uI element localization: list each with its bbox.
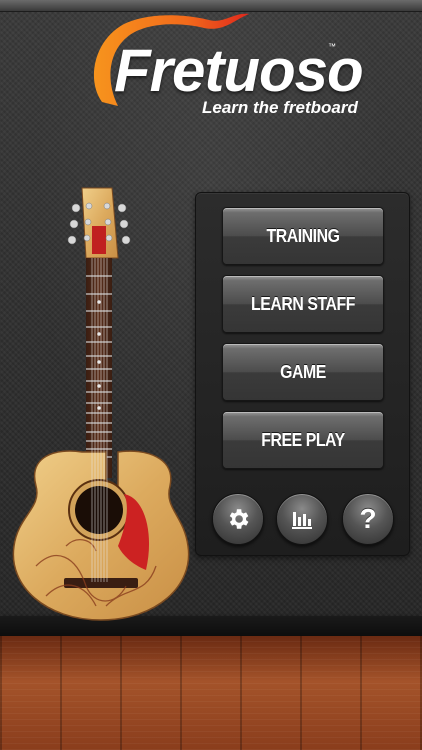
wooden-floor — [0, 636, 422, 750]
tagline: Learn the fretboard — [202, 98, 358, 117]
learn-staff-button-label: LEARN STAFF — [251, 293, 355, 314]
help-icon: ? — [359, 503, 377, 534]
learn-staff-button[interactable]: LEARN STAFF — [222, 275, 384, 333]
main-menu-panel: TRAINING LEARN STAFF GAME FREE PLAY ? — [195, 192, 410, 556]
trademark-symbol: ™ — [328, 42, 336, 51]
game-button-label: GAME — [280, 361, 326, 382]
training-button-label: TRAINING — [266, 225, 340, 246]
free-play-button-label: FREE PLAY — [261, 429, 345, 450]
logo-text: Fretuoso — [114, 37, 364, 104]
help-button[interactable]: ? — [342, 493, 394, 545]
bar-chart-icon — [292, 512, 312, 529]
settings-button[interactable] — [212, 493, 264, 545]
guitar-illustration — [6, 186, 196, 624]
training-button[interactable]: TRAINING — [222, 207, 384, 265]
free-play-button[interactable]: FREE PLAY — [222, 411, 384, 469]
app-logo: Fretuoso ™ Learn the fretboard — [84, 10, 374, 120]
stats-button[interactable] — [276, 493, 328, 545]
gear-icon — [229, 509, 249, 529]
game-button[interactable]: GAME — [222, 343, 384, 401]
headstock — [67, 187, 131, 259]
